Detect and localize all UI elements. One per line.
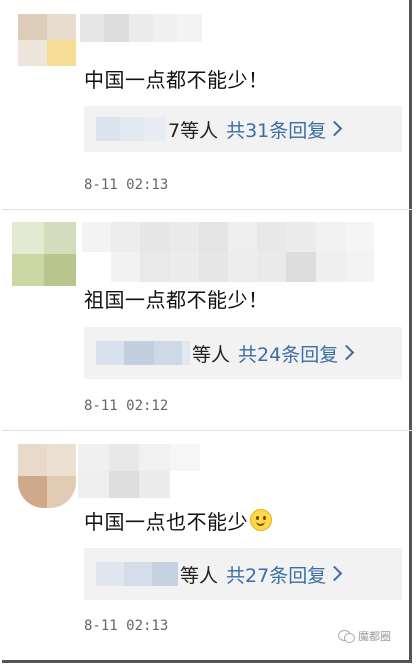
username[interactable] — [82, 222, 374, 282]
reply-usernames — [96, 117, 166, 141]
chevron-right-icon — [326, 565, 343, 581]
avatar-tile — [47, 444, 76, 476]
chevron-right-icon — [338, 344, 355, 360]
avatar-tile — [12, 222, 44, 254]
comment-panel: 中国一点都不能少！ 7等人 共31条回复 8-11 02:13 祖国一点都不能少… — [2, 0, 412, 663]
name-tile — [177, 14, 202, 42]
name-tile — [144, 117, 166, 141]
name-tile — [169, 471, 200, 498]
view-replies-link[interactable]: 共24条回复 — [238, 340, 338, 367]
reply-users-suffix: 7等人 — [168, 119, 219, 142]
avatar-tile — [44, 222, 76, 254]
divider — [2, 430, 412, 431]
timestamp: 8-11 02:13 — [84, 177, 169, 193]
name-tile — [257, 252, 287, 282]
comment-text: 中国一点也不能少 — [84, 506, 272, 535]
name-tile — [82, 222, 112, 252]
avatar-tile — [18, 14, 47, 40]
comment-text-content: 中国一点也不能少 — [84, 510, 248, 534]
reply-usernames — [96, 341, 190, 365]
name-tile — [169, 444, 200, 471]
avatar[interactable] — [18, 444, 76, 508]
wechat-icon — [338, 630, 355, 643]
name-tile — [128, 14, 154, 42]
name-tile — [111, 222, 141, 252]
avatar-tile — [44, 254, 76, 286]
name-tile — [228, 222, 258, 252]
name-tile — [108, 444, 139, 471]
avatar-tile — [18, 40, 47, 66]
avatar-tile — [47, 14, 76, 40]
name-tile — [169, 222, 199, 252]
name-tile — [315, 222, 345, 252]
timestamp: 8-11 02:12 — [84, 398, 169, 414]
chevron-right-icon — [327, 120, 343, 136]
name-tile — [78, 471, 109, 498]
name-tile — [286, 222, 316, 252]
comment-text: 祖国一点都不能少！ — [84, 288, 269, 312]
name-tile — [344, 252, 374, 282]
view-replies-link[interactable]: 共31条回复 — [226, 116, 326, 143]
name-tile — [80, 14, 105, 42]
reply-preview[interactable]: 等人 共27条回复 — [84, 548, 402, 600]
name-tile — [344, 222, 374, 252]
reply-preview[interactable]: 7等人 共31条回复 — [84, 106, 402, 152]
name-tile — [153, 14, 178, 42]
name-tile — [228, 252, 258, 282]
username[interactable] — [78, 444, 200, 498]
name-tile — [154, 341, 182, 365]
name-tile — [82, 252, 112, 282]
avatar[interactable] — [18, 14, 76, 66]
reply-users-suffix: 等人 — [180, 564, 219, 587]
name-tile — [108, 471, 139, 498]
view-replies-link[interactable]: 共27条回复 — [226, 561, 326, 588]
name-tile — [104, 14, 129, 42]
smile-emoji-icon — [250, 509, 272, 531]
name-tile — [257, 222, 287, 252]
name-tile — [182, 341, 190, 365]
reply-preview[interactable]: 等人 共24条回复 — [84, 327, 402, 379]
name-tile — [96, 562, 124, 586]
name-tile — [139, 444, 170, 471]
name-tile — [124, 341, 154, 365]
watermark: 魔都圈 — [338, 628, 391, 644]
reply-users-suffix: 等人 — [192, 343, 231, 366]
avatar-tile — [47, 40, 76, 66]
name-tile — [124, 562, 152, 586]
name-tile — [286, 252, 316, 282]
divider — [2, 209, 412, 210]
name-tile — [96, 341, 124, 365]
name-tile — [96, 117, 120, 141]
name-tile — [198, 252, 228, 282]
name-tile — [198, 222, 228, 252]
name-tile — [315, 252, 345, 282]
name-tile — [120, 117, 144, 141]
username[interactable] — [80, 14, 202, 42]
reply-usernames — [96, 562, 178, 586]
avatar-tile — [12, 254, 44, 286]
avatar-tile — [18, 444, 47, 476]
name-tile — [152, 562, 178, 586]
avatar-tile — [47, 476, 76, 508]
comment-text: 中国一点都不能少！ — [84, 68, 269, 92]
name-tile — [140, 252, 170, 282]
timestamp: 8-11 02:13 — [84, 618, 169, 634]
name-tile — [111, 252, 141, 282]
name-tile — [139, 471, 170, 498]
name-tile — [169, 252, 199, 282]
watermark-text: 魔都圈 — [358, 630, 391, 643]
name-tile — [140, 222, 170, 252]
name-tile — [78, 444, 109, 471]
avatar[interactable] — [12, 222, 76, 286]
avatar-tile — [18, 476, 47, 508]
